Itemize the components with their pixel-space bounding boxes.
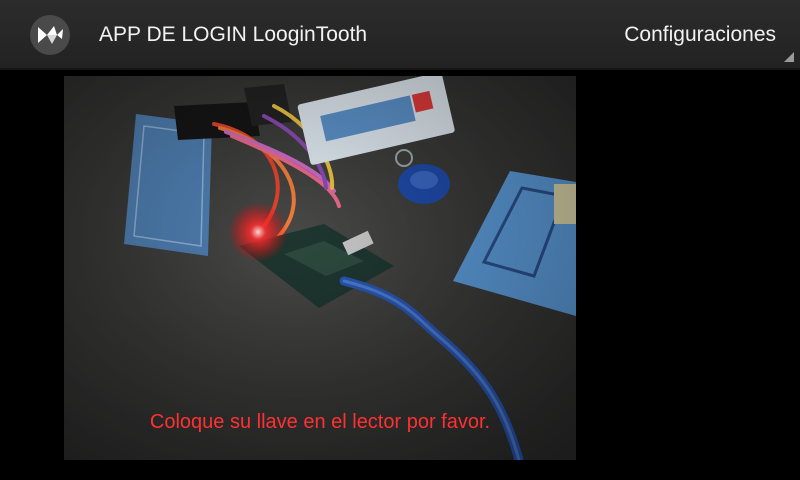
camera-preview: Coloque su llave en el lector por favor. [64,76,576,460]
app-logo-icon[interactable] [30,15,70,55]
status-message: Coloque su llave en el lector por favor. [149,411,491,433]
camera-photo [64,76,576,460]
app-title: APP DE LOGIN LooginTooth [99,23,368,46]
settings-menu-label: Configuraciones [624,23,776,46]
dropdown-corner-icon [784,52,794,62]
app-window: APP DE LOGIN LooginTooth Configuraciones [0,0,800,480]
action-bar: APP DE LOGIN LooginTooth Configuraciones [0,0,800,70]
kivy-logo-icon [38,26,63,44]
settings-menu-button[interactable]: Configuraciones [610,0,800,70]
